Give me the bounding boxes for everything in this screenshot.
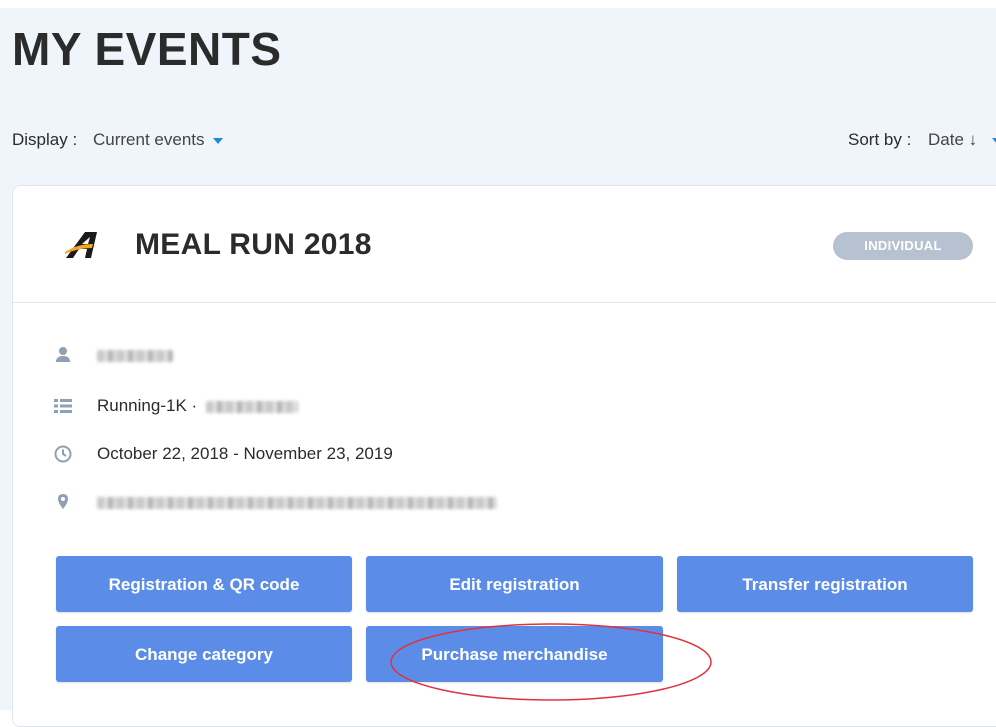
sort-label: Sort by : [848, 130, 912, 149]
page-title: MY EVENTS [12, 23, 282, 75]
user-icon [56, 347, 70, 362]
category-detail-redacted [205, 400, 298, 413]
change-category-button[interactable]: Change category [56, 626, 352, 682]
category-name: Running-1K · [97, 396, 198, 415]
brand-a-logo [65, 232, 97, 258]
chevron-down-icon[interactable] [992, 138, 996, 144]
location-redacted [97, 492, 497, 512]
sort-dropdown[interactable]: Date ↓ [928, 130, 977, 150]
display-value: Current events [93, 130, 205, 149]
chevron-down-icon [212, 137, 223, 144]
display-dropdown[interactable]: Current events [93, 130, 223, 150]
registration-qr-button[interactable]: Registration & QR code [56, 556, 352, 612]
purchase-merchandise-button[interactable]: Purchase merchandise [366, 626, 663, 682]
edit-registration-button[interactable]: Edit registration [366, 556, 663, 612]
event-card-header: MEAL RUN 2018 INDIVIDUAL [13, 186, 996, 303]
clock-icon [54, 445, 72, 463]
list-icon [54, 399, 72, 413]
category-text: Running-1K · [97, 396, 298, 416]
location-pin-icon [58, 494, 68, 509]
transfer-registration-button[interactable]: Transfer registration [677, 556, 973, 612]
participant-name-redacted [97, 345, 173, 365]
registration-type-badge: INDIVIDUAL [833, 232, 973, 260]
filter-bar: Display : Current events Sort by : Date … [12, 126, 996, 156]
event-dates: October 22, 2018 - November 23, 2019 [97, 444, 393, 463]
event-card: MEAL RUN 2018 INDIVIDUAL Running-1K · Oc… [12, 185, 996, 727]
event-title: MEAL RUN 2018 [135, 228, 372, 261]
display-label: Display : [12, 130, 78, 149]
